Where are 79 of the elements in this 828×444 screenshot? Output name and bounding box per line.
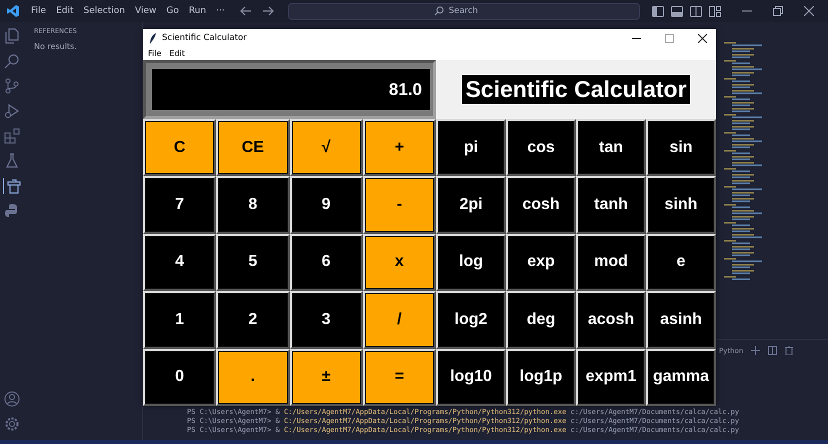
- calculator-key[interactable]: /: [362, 291, 436, 349]
- calculator-key[interactable]: sinh: [646, 176, 716, 234]
- calculator-key[interactable]: 9: [290, 176, 363, 234]
- calculator-key[interactable]: 0: [143, 348, 216, 406]
- calculator-key[interactable]: log10: [436, 348, 506, 406]
- calculator-key[interactable]: log1p: [506, 348, 576, 406]
- snake-icon[interactable]: [4, 203, 20, 219]
- window-title: Scientific Calculator: [162, 33, 247, 43]
- calculator-key[interactable]: 1: [143, 291, 216, 349]
- account-icon[interactable]: [4, 391, 20, 407]
- calculator-key[interactable]: 3: [290, 291, 363, 349]
- split-layout-icon[interactable]: [690, 6, 702, 16]
- calculator-key[interactable]: log2: [436, 291, 506, 349]
- feather-icon: [149, 32, 157, 44]
- panel-toggle-icon[interactable]: [671, 6, 683, 16]
- calculator-key[interactable]: =: [362, 348, 436, 406]
- menu-item[interactable]: ···: [211, 6, 230, 16]
- calculator-key[interactable]: cosh: [506, 176, 576, 234]
- calculator-key[interactable]: log: [436, 234, 506, 292]
- trash-icon[interactable]: [785, 346, 794, 355]
- menu-item[interactable]: Edit: [51, 6, 78, 16]
- calculator-key[interactable]: pi: [436, 119, 506, 176]
- layout-icon[interactable]: [709, 6, 721, 16]
- calculator-key[interactable]: cos: [506, 119, 576, 176]
- calculator-key[interactable]: CE: [216, 119, 290, 176]
- menu-item[interactable]: Edit: [169, 49, 185, 58]
- branch-icon[interactable]: [4, 78, 20, 94]
- calculator-key[interactable]: expm1: [576, 348, 646, 406]
- calculator-key[interactable]: 6: [290, 234, 363, 292]
- close-icon[interactable]: [804, 6, 814, 16]
- files-icon[interactable]: [4, 28, 20, 44]
- calculator-key[interactable]: tan: [576, 119, 646, 176]
- menu-item[interactable]: File: [148, 49, 162, 58]
- sidebar-toggle-icon[interactable]: [652, 6, 664, 16]
- forward-arrow-icon[interactable]: [262, 6, 274, 16]
- calculator-key[interactable]: acosh: [576, 291, 646, 349]
- result-display: 81.0: [152, 69, 430, 110]
- app-logo-icon: [6, 4, 20, 18]
- calculator-key[interactable]: gamma: [646, 348, 716, 406]
- calculator-key[interactable]: 7: [143, 176, 216, 234]
- calculator-key[interactable]: +: [362, 119, 436, 176]
- calculator-key[interactable]: 5: [216, 234, 290, 292]
- calculator-key[interactable]: 2: [216, 291, 290, 349]
- calculator-key[interactable]: exp: [506, 234, 576, 292]
- run-debug-icon[interactable]: [4, 103, 20, 119]
- calculator-key[interactable]: x: [362, 234, 436, 292]
- calculator-key[interactable]: sin: [646, 119, 716, 176]
- calculator-key[interactable]: e: [646, 234, 716, 292]
- back-arrow-icon[interactable]: [240, 6, 252, 16]
- maximize-icon[interactable]: [665, 34, 674, 42]
- menu-item[interactable]: Run: [184, 6, 212, 16]
- close-icon[interactable]: [698, 34, 707, 42]
- split-icon[interactable]: [768, 346, 778, 355]
- calculator-key[interactable]: 2pi: [436, 176, 506, 234]
- menu-item[interactable]: Go: [161, 6, 184, 16]
- calculator-key[interactable]: C: [143, 119, 216, 176]
- menu-item[interactable]: Selection: [78, 6, 130, 16]
- menu-item[interactable]: View: [130, 6, 162, 16]
- calculator-key[interactable]: ±: [290, 348, 363, 406]
- plus-icon[interactable]: [751, 346, 760, 355]
- flask-icon[interactable]: [4, 153, 20, 169]
- calculator-key[interactable]: 8: [216, 176, 290, 234]
- calculator-key[interactable]: deg: [506, 291, 576, 349]
- search-field[interactable]: Search: [288, 2, 640, 20]
- settings-icon[interactable]: [4, 416, 20, 432]
- calculator-key[interactable]: .: [216, 348, 290, 406]
- sidebar-message: No results.: [34, 42, 78, 51]
- extensions-icon[interactable]: [4, 128, 20, 144]
- calculator-key[interactable]: -: [362, 176, 436, 234]
- calculator-key[interactable]: 4: [143, 234, 216, 292]
- calculator-key[interactable]: asinh: [646, 291, 716, 349]
- restore-icon[interactable]: [773, 6, 783, 16]
- search-icon[interactable]: [4, 53, 20, 69]
- search-icon: [434, 6, 444, 16]
- calculator-key[interactable]: tanh: [576, 176, 646, 234]
- calculator-key[interactable]: mod: [576, 234, 646, 292]
- menu-item[interactable]: File: [26, 6, 52, 16]
- calculator-key[interactable]: √: [290, 119, 363, 176]
- calculator-heading: Scientific Calculator: [462, 75, 690, 104]
